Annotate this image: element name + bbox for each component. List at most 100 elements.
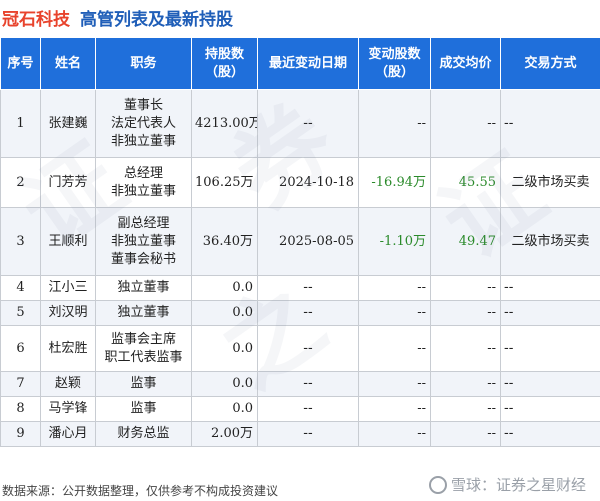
cell-name: 门芳芳 xyxy=(40,157,96,208)
cell-method: -- xyxy=(500,421,600,447)
cell-change: -- xyxy=(358,89,431,158)
col-header-price: 成交均价 xyxy=(430,37,501,90)
cell-role: 独立董事 xyxy=(95,275,192,301)
title-bar: 冠石科技 高管列表及最新持股 xyxy=(0,0,600,34)
cell-date: -- xyxy=(257,325,359,372)
cell-shares: 0.0 xyxy=(191,371,258,397)
role-line: 法定代表人 xyxy=(110,115,176,131)
cell-seq: 4 xyxy=(0,275,41,301)
role-line: 职工代表监事 xyxy=(104,349,183,365)
cell-method: 二级市场买卖 xyxy=(500,207,600,276)
cell-role: 总经理 非独立董事 xyxy=(95,157,192,208)
cell-price: -- xyxy=(430,421,501,447)
cell-date: -- xyxy=(257,396,359,422)
role-line: 董事长 xyxy=(123,97,163,113)
col-header-role: 职务 xyxy=(95,37,192,90)
table-row: 6 杜宏胜 监事会主席 职工代表监事 0.0 -- -- -- -- xyxy=(0,325,600,372)
role-line: 非独立董事 xyxy=(110,133,176,149)
col-header-method: 交易方式 xyxy=(500,37,600,90)
table-row: 9 潘心月 财务总监 2.00万 -- -- -- -- xyxy=(0,421,600,447)
cell-price: 49.47 xyxy=(430,207,501,276)
cell-change: -16.94万 xyxy=(358,157,431,208)
cell-change: -- xyxy=(358,396,431,422)
cell-date: -- xyxy=(257,300,359,326)
cell-price: -- xyxy=(430,275,501,301)
cell-method: -- xyxy=(500,396,600,422)
cell-method: -- xyxy=(500,371,600,397)
cell-name: 杜宏胜 xyxy=(40,325,96,372)
cell-seq: 8 xyxy=(0,396,41,422)
role-line: 非独立董事 xyxy=(110,233,176,249)
role-line: 监事 xyxy=(130,376,157,391)
cell-role: 监事 xyxy=(95,371,192,397)
brand-text: 雪球：证券之星财经 xyxy=(450,476,586,494)
cell-role: 监事会主席 职工代表监事 xyxy=(95,325,192,372)
role-line: 总经理 xyxy=(123,165,163,181)
cell-date: 2025-08-05 xyxy=(257,207,359,276)
cell-shares: 0.0 xyxy=(191,325,258,372)
role-line: 董事会秘书 xyxy=(110,251,176,267)
cell-shares: 106.25万 xyxy=(191,157,258,208)
cell-method: -- xyxy=(500,89,600,158)
table-row: 4 江小三 独立董事 0.0 -- -- -- -- xyxy=(0,275,600,301)
cell-role: 副总经理非独立董事董事会秘书 xyxy=(95,207,192,276)
cell-method: -- xyxy=(500,300,600,326)
data-source-note: 数据来源：公开数据整理，仅供参考不构成投资建议 xyxy=(2,484,279,498)
table-row: 7 赵颖 监事 0.0 -- -- -- -- xyxy=(0,371,600,397)
brand-mark: 雪球：证券之星财经 xyxy=(428,474,586,495)
cell-name: 刘汉明 xyxy=(40,300,96,326)
cell-change: -- xyxy=(358,325,431,372)
cell-price: -- xyxy=(430,396,501,422)
role-line: 监事 xyxy=(130,401,157,416)
cell-method: -- xyxy=(500,325,600,372)
cell-seq: 3 xyxy=(0,207,41,276)
cell-name: 赵颖 xyxy=(40,371,96,397)
cell-price: -- xyxy=(430,325,501,372)
table-row: 2 门芳芳 总经理 非独立董事 106.25万 2024-10-18 -16.94万 45.5… xyxy=(0,157,600,208)
table-row: 8 马学锋 监事 0.0 -- -- -- -- xyxy=(0,396,600,422)
table-row: 3 王顺利 副总经理 非独立董事 董事会秘书 36.40万 2025-08-05 -1.10万… xyxy=(0,207,600,276)
table-row: 5 刘汉明 独立董事 0.0 -- -- -- -- xyxy=(0,300,600,326)
cell-seq: 1 xyxy=(0,89,41,158)
col-header-date: 最近变动日期 xyxy=(257,37,359,90)
cell-price: 45.55 xyxy=(430,157,501,208)
cell-shares: 0.0 xyxy=(191,396,258,422)
cell-date: -- xyxy=(257,275,359,301)
cell-change: -- xyxy=(358,300,431,326)
cell-method: 二级市场买卖 xyxy=(500,157,600,208)
col-header-change: 变动股数 （股） xyxy=(358,37,431,90)
cell-seq: 9 xyxy=(0,421,41,447)
cell-date: -- xyxy=(257,421,359,447)
cell-seq: 5 xyxy=(0,300,41,326)
role-line: 副总经理 xyxy=(117,215,170,231)
cell-date: -- xyxy=(257,371,359,397)
cell-name: 马学锋 xyxy=(40,396,96,422)
cell-shares: 4213.00万 xyxy=(191,89,258,158)
cell-role: 财务总监 xyxy=(95,421,192,447)
col-header-shares: 持股数 （股） xyxy=(191,37,258,90)
col-header-name: 姓名 xyxy=(40,37,96,90)
cell-name: 张建巍 xyxy=(40,89,96,158)
cell-seq: 2 xyxy=(0,157,41,208)
cell-price: -- xyxy=(430,300,501,326)
cell-price: -- xyxy=(430,89,501,158)
role-line: 非独立董事 xyxy=(110,183,176,199)
cell-change: -- xyxy=(358,421,431,447)
table-header-row: 序号 姓名 职务 持股数 （股） 最近变动日期 变动股数 （股） 成交均价 交易方式 xyxy=(0,37,600,90)
cell-name: 王顺利 xyxy=(40,207,96,276)
table-row: 1 张建巍 董事长 法定代表人 非独立董事 4213.00万 -- -- -- -- xyxy=(0,89,600,158)
cell-method: -- xyxy=(500,275,600,301)
cell-price: -- xyxy=(430,371,501,397)
executives-table: 序号 姓名 职务 持股数 （股） 最近变动日期 变动股数 （股） 成交均价 交易方式… xyxy=(0,37,600,447)
cell-change: -- xyxy=(358,275,431,301)
cell-name: 江小三 xyxy=(40,275,96,301)
cell-name: 潘心月 xyxy=(40,421,96,447)
role-line: 财务总监 xyxy=(117,426,170,441)
role-line: 独立董事 xyxy=(117,280,170,295)
cell-shares: 0.0 xyxy=(191,275,258,301)
cell-date: -- xyxy=(257,89,359,158)
col-header-seq: 序号 xyxy=(0,37,41,90)
cell-role: 监事 xyxy=(95,396,192,422)
cell-change: -- xyxy=(358,371,431,397)
cell-shares: 2.00万 xyxy=(191,421,258,447)
